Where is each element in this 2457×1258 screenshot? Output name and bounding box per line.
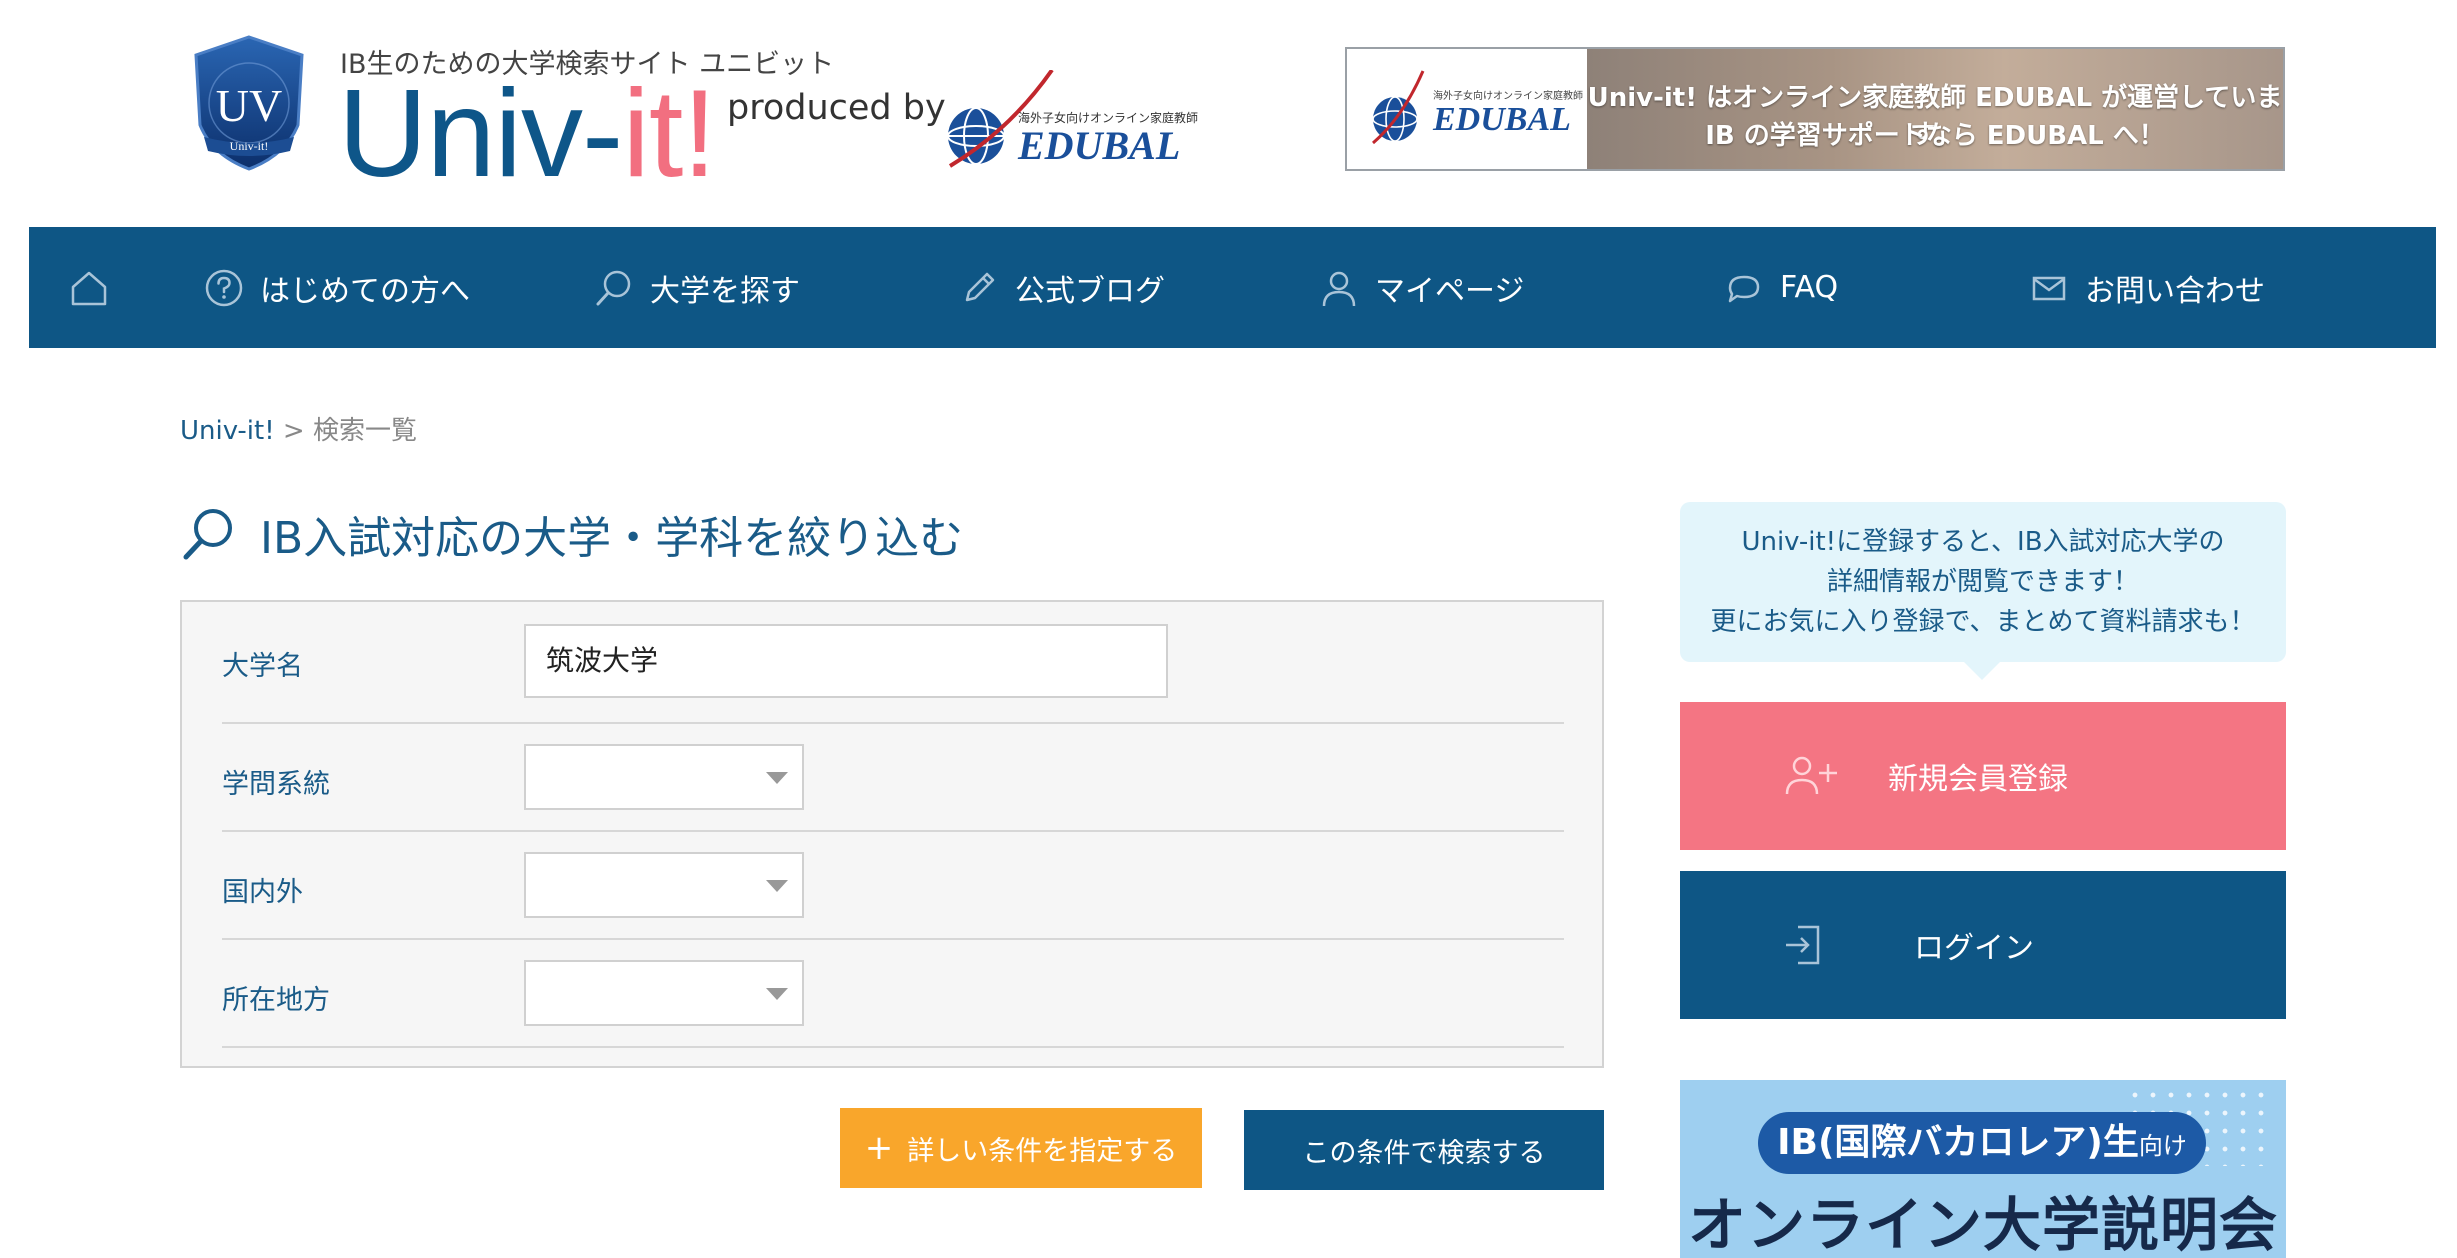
detailed-conditions-button[interactable]: + 詳しい条件を指定する xyxy=(840,1108,1202,1188)
chevron-down-icon xyxy=(766,880,788,892)
search-icon xyxy=(596,270,631,305)
plus-icon: + xyxy=(864,1128,894,1168)
search-form: 大学名 筑波大学 学問系統 国内外 所在地方 xyxy=(180,600,1604,1068)
form-row-region: 所在地方 xyxy=(222,940,1564,1048)
edubal-banner[interactable]: 海外子女向けオンライン家庭教師 EDUBAL Univ-it! はオンライン家庭… xyxy=(1345,47,2285,171)
info-line-1: Univ-it!に登録すると、IB入試対応大学の xyxy=(1741,527,2225,557)
nav-faq-label: FAQ xyxy=(1780,270,1839,305)
login-button[interactable]: ログイン xyxy=(1680,871,2286,1019)
form-row-university: 大学名 筑波大学 xyxy=(222,602,1564,724)
register-button[interactable]: 新規会員登録 xyxy=(1680,702,2286,850)
region-label: 所在地方 xyxy=(222,985,330,1016)
register-button-label: 新規会員登録 xyxy=(1888,762,2068,797)
form-row-discipline: 学問系統 xyxy=(222,724,1564,832)
page-title-text: IB入試対応の大学・学科を絞り込む xyxy=(260,513,964,564)
nav-mypage[interactable]: マイページ xyxy=(1319,227,1524,348)
search-submit-button[interactable]: この条件で検索する xyxy=(1244,1110,1604,1190)
nav-first-time-label: はじめての方へ xyxy=(260,273,470,309)
nav-first-time[interactable]: はじめての方へ xyxy=(204,227,470,348)
register-info-bubble: Univ-it!に登録すると、IB入試対応大学の 詳細情報が閲覧できます！ 更に… xyxy=(1680,502,2286,680)
nav-search[interactable]: 大学を探す xyxy=(594,227,800,348)
search-icon xyxy=(183,509,232,560)
nav-blog[interactable]: 公式ブログ xyxy=(959,227,1165,348)
question-icon xyxy=(205,269,243,306)
breadcrumb-separator: > xyxy=(282,416,305,446)
nav-contact[interactable]: お問い合わせ xyxy=(2029,227,2265,348)
domestic-overseas-select[interactable] xyxy=(524,852,804,918)
mail-icon xyxy=(2032,276,2066,300)
svg-text:UV: UV xyxy=(216,80,282,131)
info-line-3: 更にお気に入り登録で、まとめて資料請求も！ xyxy=(1710,607,2256,637)
login-icon xyxy=(1786,925,1820,965)
svg-text:Univ-it!: Univ-it! xyxy=(230,139,269,153)
page-title: IB入試対応の大学・学科を絞り込む xyxy=(180,502,963,566)
university-name-input[interactable]: 筑波大学 xyxy=(524,624,1168,698)
brand-wordmark[interactable]: Univ-it! xyxy=(338,72,717,196)
user-icon xyxy=(1322,271,1356,306)
online-briefing-banner[interactable]: IB(国際バカロレア)生向け オンライン大学説明会 xyxy=(1680,1080,2286,1258)
produced-by-text: produced by xyxy=(727,88,946,128)
login-button-label: ログイン xyxy=(1914,931,2034,966)
pencil-icon xyxy=(965,272,995,301)
add-user-icon xyxy=(1785,756,1837,795)
banner-line-2: IB の学習サポートなら EDUBAL へ！ xyxy=(1705,121,2165,151)
nav-home[interactable] xyxy=(69,227,125,348)
chevron-down-icon xyxy=(766,988,788,1000)
banner-edubal-wordmark: EDUBAL xyxy=(1433,101,1571,138)
edubal-wordmark: EDUBAL xyxy=(1018,123,1181,168)
info-line-2: 詳細情報が閲覧できます！ xyxy=(1826,567,2139,597)
form-row-domestic: 国内外 xyxy=(222,832,1564,940)
banner-globe-icon xyxy=(1372,70,1425,145)
nav-faq[interactable]: FAQ xyxy=(1724,227,1838,348)
detailed-conditions-label: 詳しい条件を指定する xyxy=(907,1135,1178,1167)
breadcrumb-current: 検索一覧 xyxy=(312,416,417,446)
nav-contact-label: お問い合わせ xyxy=(2085,273,2265,309)
chat-icon xyxy=(1728,275,1760,302)
banner-logo-area: 海外子女向けオンライン家庭教師 EDUBAL xyxy=(1347,49,1587,169)
breadcrumb: Univ-it! > 検索一覧 xyxy=(180,410,417,447)
nav-search-label: 大学を探す xyxy=(650,273,800,309)
nav-blog-label: 公式ブログ xyxy=(1015,273,1165,309)
univit-shield-logo[interactable]: UV Univ-it! xyxy=(190,33,308,173)
main-nav: はじめての方へ 大学を探す 公式ブログ マイページ FAQ お問い合わせ xyxy=(29,227,2436,348)
banner-photo-area: Univ-it! はオンライン家庭教師 EDUBAL が運営しています。 IB … xyxy=(1587,49,2283,169)
discipline-select[interactable] xyxy=(524,744,804,810)
domestic-overseas-label: 国内外 xyxy=(222,877,303,908)
banner-edubal-tagline: 海外子女向けオンライン家庭教師 xyxy=(1433,91,1583,102)
breadcrumb-home[interactable]: Univ-it! xyxy=(180,416,275,446)
home-icon xyxy=(71,271,107,305)
promo-headline: オンライン大学説明会 xyxy=(1687,1191,2278,1258)
discipline-label: 学問系統 xyxy=(222,769,330,800)
region-select[interactable] xyxy=(524,960,804,1026)
promo-pill: IB(国際バカロレア)生向け xyxy=(1758,1112,2206,1174)
university-name-label: 大学名 xyxy=(222,651,303,682)
chevron-down-icon xyxy=(766,772,788,784)
bubble-tail xyxy=(1964,662,2000,680)
nav-mypage-label: マイページ xyxy=(1375,273,1525,309)
